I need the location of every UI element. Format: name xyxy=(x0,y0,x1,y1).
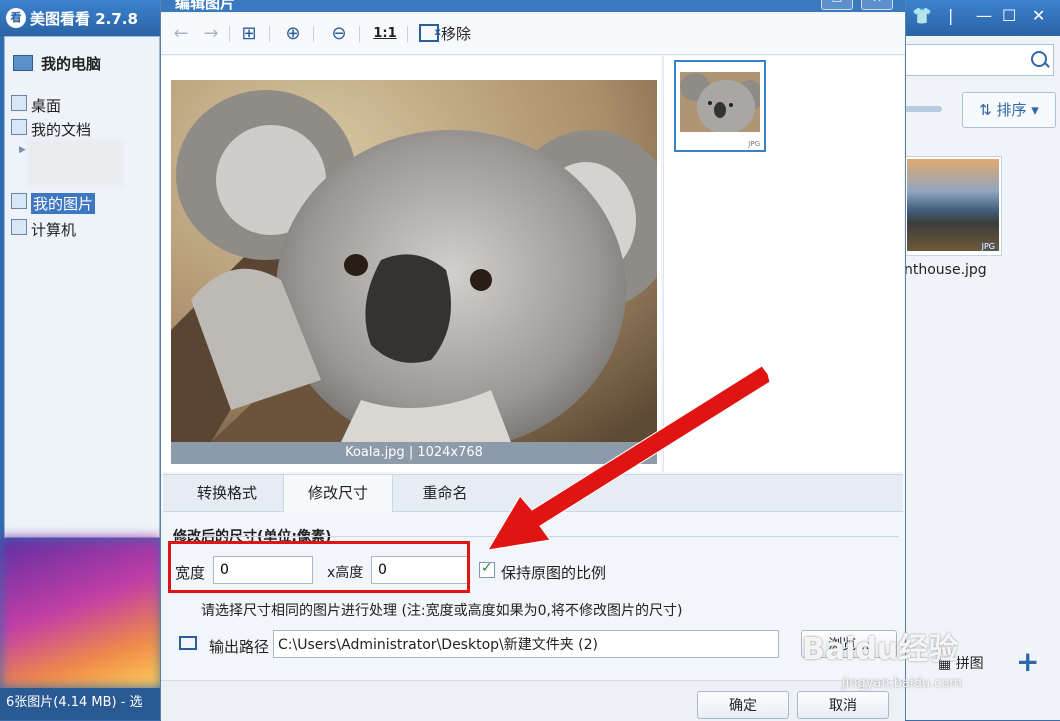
ok-button[interactable]: 确定 xyxy=(697,691,789,719)
toolbar-divider xyxy=(407,26,408,42)
section-divider xyxy=(173,536,899,537)
blurred-thumbnail xyxy=(0,538,162,688)
zoom-out-icon[interactable]: ⊖ xyxy=(327,22,351,46)
tab-resize[interactable]: 修改尺寸 xyxy=(283,475,393,512)
chevron-down-icon: ▾ xyxy=(1026,101,1039,119)
thumbnail-lighthouse[interactable]: JPG xyxy=(904,156,1002,256)
image-preview-area: Koala.jpg | 1024x768 xyxy=(161,56,661,472)
thumbnail-image xyxy=(907,159,999,251)
app-titlebar: 看 美图看看 2.7.8 xyxy=(0,0,162,36)
app-titlebar-right: 👕 | — ☐ ✕ xyxy=(904,0,1060,36)
sidebar-header-label: 我的电脑 xyxy=(41,55,102,73)
search-input[interactable] xyxy=(904,44,1054,76)
resize-hint: 请选择尺寸相同的图片进行处理 (注:宽度或高度如果为0,将不修改图片的尺寸) xyxy=(201,603,683,619)
back-arrow-icon[interactable]: ← xyxy=(169,22,193,46)
koala-picture xyxy=(171,80,657,442)
close-icon[interactable]: ✕ xyxy=(1032,6,1045,25)
sidebar-item-label: 我的文档 xyxy=(31,121,92,139)
sort-button[interactable]: ⇅ 排序 ▾ xyxy=(962,92,1056,128)
sidebar-item-documents[interactable]: 我的文档 xyxy=(11,119,91,139)
sidebar-item-label: 计算机 xyxy=(31,221,77,239)
tab-convert-format[interactable]: 转换格式 xyxy=(173,475,281,511)
file-type-badge: JPG xyxy=(979,242,997,251)
output-path-label: 输出路径 xyxy=(209,638,270,656)
sidebar-item-computer[interactable]: 计算机 xyxy=(11,219,76,239)
app-logo-icon: 看 xyxy=(6,8,26,28)
sort-icon: ⇅ xyxy=(979,101,997,119)
tab-rename[interactable]: 重命名 xyxy=(391,475,499,511)
edit-image-dialog: 编辑图片 ☐ ✕ ← → ⊞ ⊕ ⊖ 1:1 移除 xyxy=(160,0,906,721)
toolbar-divider xyxy=(359,26,360,42)
blurred-item xyxy=(27,139,123,187)
remove-button[interactable]: 移除 xyxy=(419,21,472,46)
watermark-sub: jingyan.baidu.com xyxy=(842,676,962,691)
sidebar-header[interactable]: 我的电脑 xyxy=(13,53,101,74)
thumbnail-koala[interactable]: JPG xyxy=(674,60,766,152)
cancel-button[interactable]: 取消 xyxy=(797,691,889,719)
status-bar: 6张图片(4.14 MB) - 选 xyxy=(0,688,168,720)
add-button[interactable]: + xyxy=(1016,646,1039,678)
maximize-icon[interactable]: ☐ xyxy=(821,0,853,10)
toolbar-divider xyxy=(269,26,270,42)
thumbnail-strip: JPG xyxy=(663,56,904,472)
main-app-left: 看 美图看看 2.7.8 我的电脑 桌面 我的文档 ▶ 我的图片 计算机 6张图… xyxy=(0,0,168,720)
image-caption: Koala.jpg | 1024x768 xyxy=(171,442,657,464)
zoom-slider[interactable] xyxy=(904,106,942,112)
keep-ratio-checkbox[interactable] xyxy=(479,560,495,578)
zoom-in-icon[interactable]: ⊕ xyxy=(281,22,305,46)
toolbar-divider xyxy=(229,26,230,42)
koala-thumbnail-picture xyxy=(680,72,760,132)
minimize-icon[interactable]: — xyxy=(976,6,992,25)
add-image-icon[interactable]: ⊞ xyxy=(237,22,261,46)
desktop-icon xyxy=(11,95,27,111)
sidebar-item-desktop[interactable]: 桌面 xyxy=(11,95,61,115)
main-app-right: 👕 | — ☐ ✕ ⇅ 排序 ▾ JPG nthouse.jpg ▦ 拼图 + xyxy=(904,0,1060,720)
watermark: Baidu经验 xyxy=(802,632,959,667)
expand-arrow-icon[interactable]: ▶ xyxy=(19,145,26,155)
sidebar-item-pictures[interactable]: 我的图片 xyxy=(11,193,96,214)
computer-icon xyxy=(11,219,27,235)
sidebar-item-label: 我的图片 xyxy=(31,193,96,214)
close-icon[interactable]: ✕ xyxy=(861,0,893,10)
sidebar: 我的电脑 桌面 我的文档 ▶ 我的图片 计算机 xyxy=(4,36,160,538)
dialog-button-bar: 确定 取消 xyxy=(161,680,905,721)
dialog-title: 编辑图片 xyxy=(175,0,236,12)
maximize-icon[interactable]: ☐ xyxy=(1002,6,1016,25)
output-path-row: 输出路径 C:\Users\Administrator\Desktop\新建文件… xyxy=(179,630,899,660)
documents-icon xyxy=(11,119,27,135)
app-title: 美图看看 2.7.8 xyxy=(30,10,138,28)
shirt-icon[interactable]: 👕 xyxy=(912,6,932,25)
file-type-badge: JPG xyxy=(748,140,760,148)
remove-label: 移除 xyxy=(441,25,472,43)
keep-ratio-label: 保持原图的比例 xyxy=(501,564,607,582)
pin-icon[interactable]: | xyxy=(948,6,953,25)
koala-image[interactable] xyxy=(171,80,657,442)
search-icon[interactable] xyxy=(1031,51,1047,67)
sort-label: 排序 xyxy=(996,101,1027,119)
puzzle-label: 拼图 xyxy=(955,656,984,672)
thumbnail-filename: nthouse.jpg xyxy=(904,262,987,278)
folder-icon xyxy=(179,636,197,650)
dialog-toolbar: ← → ⊞ ⊕ ⊖ 1:1 移除 xyxy=(161,14,905,55)
forward-arrow-icon[interactable]: → xyxy=(199,22,223,46)
remove-icon xyxy=(419,21,441,45)
dialog-titlebar: 编辑图片 ☐ ✕ xyxy=(161,0,905,12)
thumbnail-image xyxy=(680,72,760,132)
dialog-tabs: 转换格式 修改尺寸 重命名 xyxy=(163,474,903,512)
toolbar-divider xyxy=(313,26,314,42)
pictures-icon xyxy=(11,193,27,209)
sidebar-item-label: 桌面 xyxy=(31,97,62,115)
actual-size-button[interactable]: 1:1 xyxy=(371,22,399,46)
output-path-field[interactable]: C:\Users\Administrator\Desktop\新建文件夹 (2) xyxy=(273,630,779,658)
computer-icon xyxy=(13,55,33,71)
red-highlight-box xyxy=(168,541,470,593)
